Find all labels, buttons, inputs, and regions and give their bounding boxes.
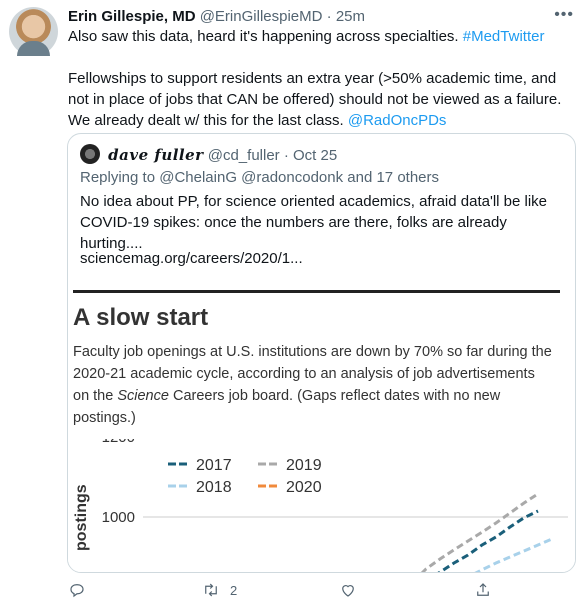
- author-handle[interactable]: @ErinGillespieMD: [200, 8, 323, 25]
- quoted-tweet[interactable]: dave fuller @cd_fuller · Oct 25 Replying…: [67, 133, 576, 573]
- reply-icon: [70, 584, 84, 598]
- y-tick-label: 1200: [102, 439, 135, 446]
- legend-label-2020: 2020: [286, 479, 322, 496]
- legend-label-2017: 2017: [196, 457, 232, 474]
- quoted-url[interactable]: sciencemag.org/careers/2020/1...: [80, 250, 303, 267]
- tweet-line1-text: Also saw this data, heard it's happening…: [68, 28, 463, 45]
- article-card-image[interactable]: A slow start Faculty job openings at U.S…: [68, 284, 575, 572]
- tweet-body: Also saw this data, heard it's happening…: [68, 26, 578, 131]
- card-description: Faculty job openings at U.S. institution…: [73, 341, 553, 429]
- y-tick-label: 1000: [102, 509, 135, 526]
- quoted-avatar[interactable]: [80, 144, 100, 164]
- author-avatar[interactable]: [9, 7, 58, 56]
- tweet-time[interactable]: 25m: [336, 8, 365, 25]
- share-button[interactable]: [474, 580, 492, 600]
- tweet-para2-text: Fellowships to support residents an extr…: [68, 70, 562, 129]
- tweet-header: Erin Gillespie, MD @ErinGillespieMD · 25…: [68, 8, 578, 28]
- retweet-button[interactable]: 2: [202, 580, 237, 600]
- reply-button[interactable]: [68, 580, 96, 600]
- legend-label-2019: 2019: [286, 457, 322, 474]
- card-rule: [73, 290, 560, 293]
- share-icon: [477, 583, 489, 596]
- heart-icon: [342, 585, 354, 597]
- card-title: A slow start: [73, 304, 209, 331]
- quoted-header: dave fuller @cd_fuller · Oct 25: [80, 144, 337, 164]
- tweet-actions: 2: [0, 574, 588, 604]
- series-line-2019: [420, 492, 539, 572]
- retweet-count: 2: [230, 582, 238, 598]
- quoted-separator: ·: [283, 147, 289, 164]
- replying-prefix: Replying to: [80, 169, 160, 186]
- quoted-author-name: dave fuller: [108, 146, 204, 164]
- like-button[interactable]: [339, 580, 367, 600]
- card-desc-italic: Science: [117, 388, 169, 404]
- quoted-text: No idea about PP, for science oriented a…: [80, 193, 548, 252]
- replying-to-users[interactable]: @ChelainG @radoncodonk and 17 others: [159, 169, 439, 186]
- mention-link[interactable]: @RadOncPDs: [348, 112, 447, 129]
- postings-chart: 12001000800postings2017201920182020: [73, 439, 568, 572]
- hashtag-link[interactable]: #MedTwitter: [463, 28, 545, 45]
- quoted-date: Oct 25: [293, 147, 338, 164]
- y-axis-label: postings: [73, 484, 90, 551]
- quoted-author-handle: @cd_fuller: [207, 147, 280, 164]
- legend-label-2018: 2018: [196, 479, 232, 496]
- retweet-icon: [205, 583, 217, 597]
- separator-dot: ·: [326, 8, 332, 25]
- author-name[interactable]: Erin Gillespie, MD: [68, 8, 196, 25]
- replying-to: Replying to @ChelainG @radoncodonk and 1…: [80, 169, 439, 186]
- more-icon[interactable]: •••: [554, 6, 574, 24]
